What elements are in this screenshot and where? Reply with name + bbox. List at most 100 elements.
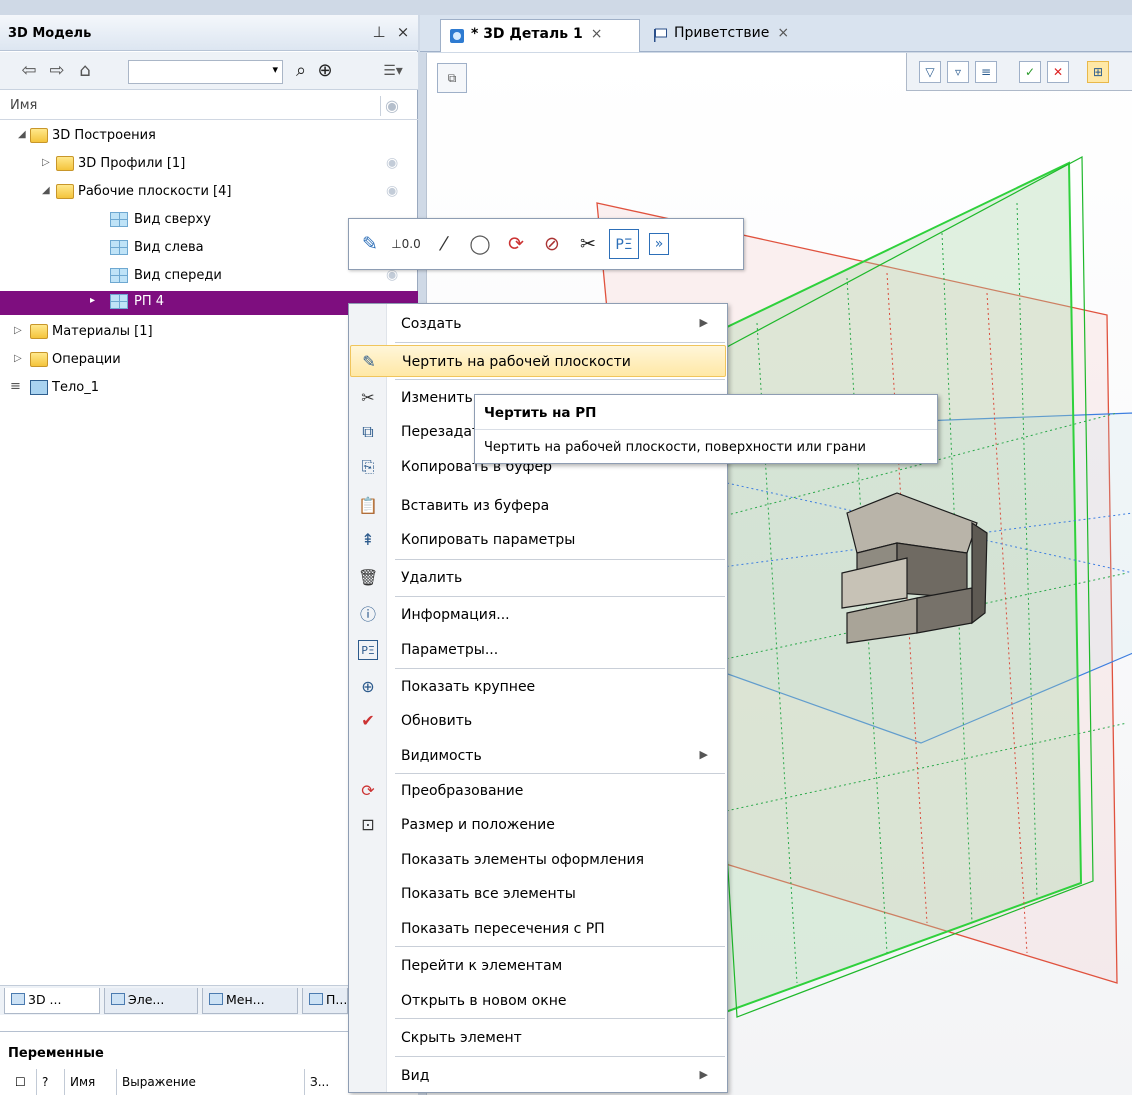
mini-toolbar: ✎ ⊥0.0 ⁄ ◯ ⟳ ⊘ ✂ PΞ » bbox=[348, 218, 744, 270]
expanded-arrow-icon[interactable]: ◢ bbox=[18, 129, 26, 140]
plane-icon bbox=[110, 294, 128, 309]
filter-clear-icon[interactable]: ✕ bbox=[1047, 61, 1069, 83]
elements-tab-icon bbox=[111, 993, 125, 1005]
variables-col-flag[interactable]: ? bbox=[36, 1069, 62, 1095]
visibility-eye-icon[interactable]: ◉ bbox=[386, 183, 398, 199]
model-tab-icon bbox=[11, 993, 25, 1005]
menu-item-show-intersections[interactable]: Показать пересечения с РП bbox=[350, 913, 726, 945]
menu-item-show-all-elements[interactable]: Показать все элементы bbox=[350, 878, 726, 910]
tab-label: 3D ... bbox=[28, 992, 62, 1007]
folder-icon bbox=[56, 156, 74, 171]
locate-icon[interactable]: ⊕ bbox=[314, 60, 336, 82]
hide-icon[interactable]: ⊘ bbox=[537, 229, 567, 259]
menu-item-go-to-elements[interactable]: Перейти к элементам bbox=[350, 950, 726, 982]
sketch-pencil-icon: ✎ bbox=[362, 352, 376, 371]
variables-col-expression[interactable]: Выражение bbox=[116, 1069, 302, 1095]
tree-item-label: Вид слева bbox=[134, 240, 204, 255]
filter-grid-icon[interactable]: ⊞ bbox=[1087, 61, 1109, 83]
tab-manager[interactable]: Мен... bbox=[202, 988, 298, 1014]
menu-item-visibility[interactable]: Видимость ▶ bbox=[350, 740, 726, 772]
column-divider[interactable] bbox=[380, 96, 381, 116]
tab-welcome[interactable]: Приветствие × bbox=[644, 19, 814, 52]
close-icon[interactable]: × bbox=[777, 25, 789, 41]
filter-icon[interactable]: ▽ bbox=[919, 61, 941, 83]
sketch-pencil-icon[interactable]: ✎ bbox=[355, 229, 385, 259]
tree-item-3d-profiles[interactable]: ▷ 3D Профили [1] ◉ bbox=[0, 151, 418, 179]
tab-3d-model[interactable]: 3D ... bbox=[4, 988, 100, 1014]
scissors-icon: ✂ bbox=[361, 388, 375, 407]
menu-item-transform[interactable]: ⟳ Преобразование bbox=[350, 775, 726, 807]
panel-header: 3D Модель ⊥ × bbox=[0, 15, 418, 51]
filter-list-icon[interactable]: ≡ bbox=[975, 61, 997, 83]
menu-item-sketch-on-plane[interactable]: ✎ Чертить на рабочей плоскости bbox=[350, 345, 726, 377]
trash-icon: 🗑 bbox=[358, 568, 379, 587]
column-header: Имя ◉ bbox=[0, 92, 418, 120]
menu-item-show-decorations[interactable]: Показать элементы оформления bbox=[350, 844, 726, 876]
pin-icon[interactable]: ⊥ bbox=[370, 22, 388, 42]
parameters-icon: PΞ bbox=[358, 640, 378, 660]
menu-separator bbox=[395, 1018, 725, 1019]
menu-item-delete[interactable]: 🗑 Удалить bbox=[350, 562, 726, 594]
view-orientation-button[interactable]: ⧉ bbox=[437, 63, 467, 93]
menu-item-information[interactable]: ⓘ Информация... bbox=[350, 599, 726, 631]
menu-item-open-in-new-window[interactable]: Открыть в новом окне bbox=[350, 985, 726, 1017]
collapsed-arrow-icon[interactable]: ▷ bbox=[42, 157, 50, 168]
tab-3d-part-1[interactable]: * 3D Деталь 1 × bbox=[440, 19, 640, 52]
variables-checkbox-column[interactable]: ☐ bbox=[10, 1069, 32, 1095]
menu-item-zoom-larger[interactable]: ⊕ Показать крупнее bbox=[350, 671, 726, 703]
list-options-icon[interactable]: ☰▾ bbox=[382, 60, 404, 82]
collapsed-arrow-icon[interactable]: ▸ bbox=[90, 295, 95, 306]
circle-icon[interactable]: ◯ bbox=[465, 229, 495, 259]
more-icon[interactable]: » bbox=[649, 233, 669, 255]
list-marker-icon: ≡ bbox=[10, 379, 21, 394]
menu-item-size-position[interactable]: ⊡ Размер и положение bbox=[350, 809, 726, 841]
home-icon[interactable]: ⌂ bbox=[74, 60, 96, 82]
scissors-icon[interactable]: ✂ bbox=[573, 229, 603, 259]
search-input[interactable]: ▾ bbox=[128, 60, 283, 84]
tree-item-3d-constructions[interactable]: ◢ 3D Построения bbox=[0, 123, 418, 151]
line-icon[interactable]: ⁄ bbox=[429, 229, 459, 259]
menu-separator bbox=[395, 559, 725, 560]
tree-item-label: Материалы [1] bbox=[52, 324, 153, 339]
variables-col-name[interactable]: Имя bbox=[64, 1069, 114, 1095]
tab-label: П... bbox=[326, 992, 348, 1007]
tree-item-label: Тело_1 bbox=[52, 380, 99, 395]
dimension-icon[interactable]: ⊥0.0 bbox=[391, 229, 421, 259]
document-tab-bar: * 3D Деталь 1 × Приветствие × bbox=[420, 15, 1132, 52]
close-panel-button[interactable]: × bbox=[394, 22, 412, 42]
parameters-icon[interactable]: PΞ bbox=[609, 229, 639, 259]
menu-item-refresh[interactable]: ✔ Обновить bbox=[350, 705, 726, 737]
plane-icon bbox=[110, 240, 128, 255]
transform-icon[interactable]: ⟳ bbox=[501, 229, 531, 259]
folder-icon bbox=[30, 352, 48, 367]
visibility-eye-icon[interactable]: ◉ bbox=[386, 155, 398, 171]
body-icon bbox=[30, 380, 48, 395]
back-arrow-icon[interactable]: ⇦ bbox=[18, 60, 40, 82]
menu-item-parameters[interactable]: PΞ Параметры... bbox=[350, 634, 726, 666]
tab-elements[interactable]: Эле... bbox=[104, 988, 198, 1014]
tab-properties[interactable]: П... bbox=[302, 988, 348, 1014]
tree-item-label: РП 4 bbox=[134, 294, 165, 309]
menu-item-create[interactable]: Создать ▶ bbox=[350, 308, 726, 340]
filter-apply-icon[interactable]: ✓ bbox=[1019, 61, 1041, 83]
menu-item-view[interactable]: Вид ▶ bbox=[350, 1060, 726, 1092]
menu-item-label: Вставить из буфера bbox=[401, 498, 550, 514]
menu-item-copy-parameters[interactable]: ⇞ Копировать параметры bbox=[350, 524, 726, 556]
collapsed-arrow-icon[interactable]: ▷ bbox=[14, 325, 22, 336]
filter-options-icon[interactable]: ▿ bbox=[947, 61, 969, 83]
tree-item-label: Вид сверху bbox=[134, 212, 211, 227]
menu-item-label: Копировать параметры bbox=[401, 532, 576, 548]
menu-item-hide-element[interactable]: Скрыть элемент bbox=[350, 1022, 726, 1054]
menu-item-label: Открыть в новом окне bbox=[401, 993, 567, 1009]
menu-item-label: Вид bbox=[401, 1068, 430, 1084]
tree-item-work-planes[interactable]: ◢ Рабочие плоскости [4] ◉ bbox=[0, 179, 418, 207]
menu-item-paste-from-clipboard[interactable]: 📋 Вставить из буфера bbox=[350, 490, 726, 522]
properties-tab-icon bbox=[309, 993, 323, 1005]
close-icon[interactable]: × bbox=[591, 26, 603, 42]
chevron-down-icon[interactable]: ▾ bbox=[272, 63, 278, 76]
forward-arrow-icon[interactable]: ⇨ bbox=[46, 60, 68, 82]
expanded-arrow-icon[interactable]: ◢ bbox=[42, 185, 50, 196]
search-icon[interactable]: ⌕ bbox=[290, 60, 312, 82]
collapsed-arrow-icon[interactable]: ▷ bbox=[14, 353, 22, 364]
variables-col-value[interactable]: З... bbox=[304, 1069, 348, 1095]
